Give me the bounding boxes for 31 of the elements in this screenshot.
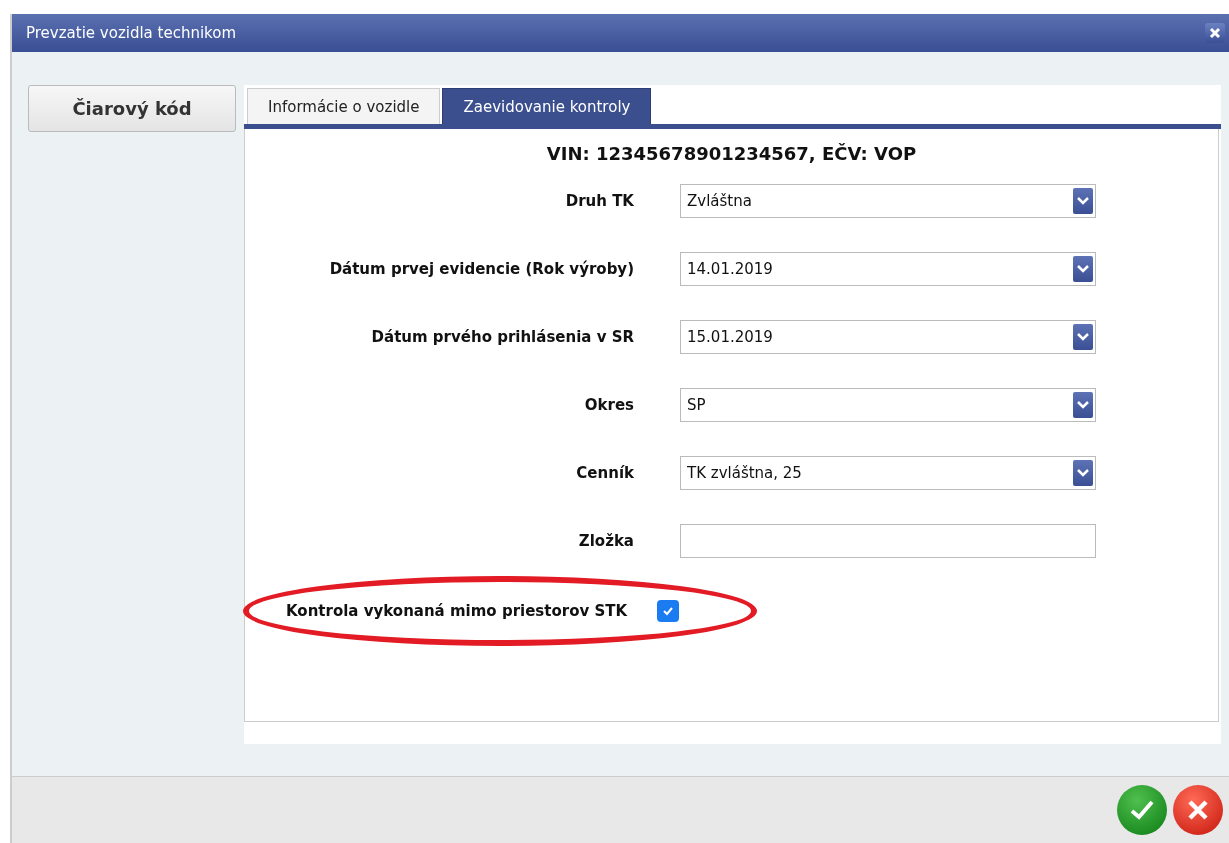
barcode-button[interactable]: Čiarový kód [28, 85, 236, 132]
chevron-down-icon [1073, 460, 1093, 486]
vehicle-heading: VIN: 12345678901234567, EČV: VOP [546, 143, 917, 164]
chevron-down-icon [1073, 256, 1093, 282]
field-label: Cenník [575, 464, 634, 482]
field-label: Druh TK [564, 192, 634, 210]
tab[interactable]: Informácie o vozidle [247, 88, 441, 124]
chevron-down-icon [1073, 324, 1093, 350]
dropdown-field[interactable]: Zvláštna [680, 184, 1096, 218]
dropdown-field[interactable]: TK zvláštna, 25 [680, 456, 1096, 490]
field-label: Dátum prvého prihlásenia v SR [370, 328, 634, 346]
cancel-button[interactable] [1173, 785, 1223, 835]
window-title: Prevzatie vozidla technikom [26, 24, 237, 42]
checkmark-icon [662, 606, 675, 616]
close-icon [1209, 27, 1221, 39]
checkbox-label: Kontrola vykonaná mimo priestorov STK [286, 602, 628, 620]
checkbox[interactable] [657, 600, 680, 622]
chevron-down-icon [1073, 392, 1093, 418]
confirm-button[interactable] [1117, 785, 1167, 835]
dropdown-field[interactable]: 14.01.2019 [680, 252, 1096, 286]
tab[interactable]: Zaevidovanie kontroly [442, 88, 652, 124]
chevron-down-icon [1073, 188, 1093, 214]
close-icon [1187, 799, 1209, 821]
dropdown-field[interactable]: SP [680, 388, 1096, 422]
input-field[interactable] [680, 524, 1096, 558]
dropdown-field[interactable]: 15.01.2019 [680, 320, 1096, 354]
field-label: Zložka [577, 532, 634, 550]
field-label: Dátum prvej evidencie (Rok výroby) [328, 260, 634, 278]
close-button[interactable] [1205, 23, 1225, 43]
checkmark-icon [1129, 799, 1155, 821]
field-label: Okres [583, 396, 634, 414]
